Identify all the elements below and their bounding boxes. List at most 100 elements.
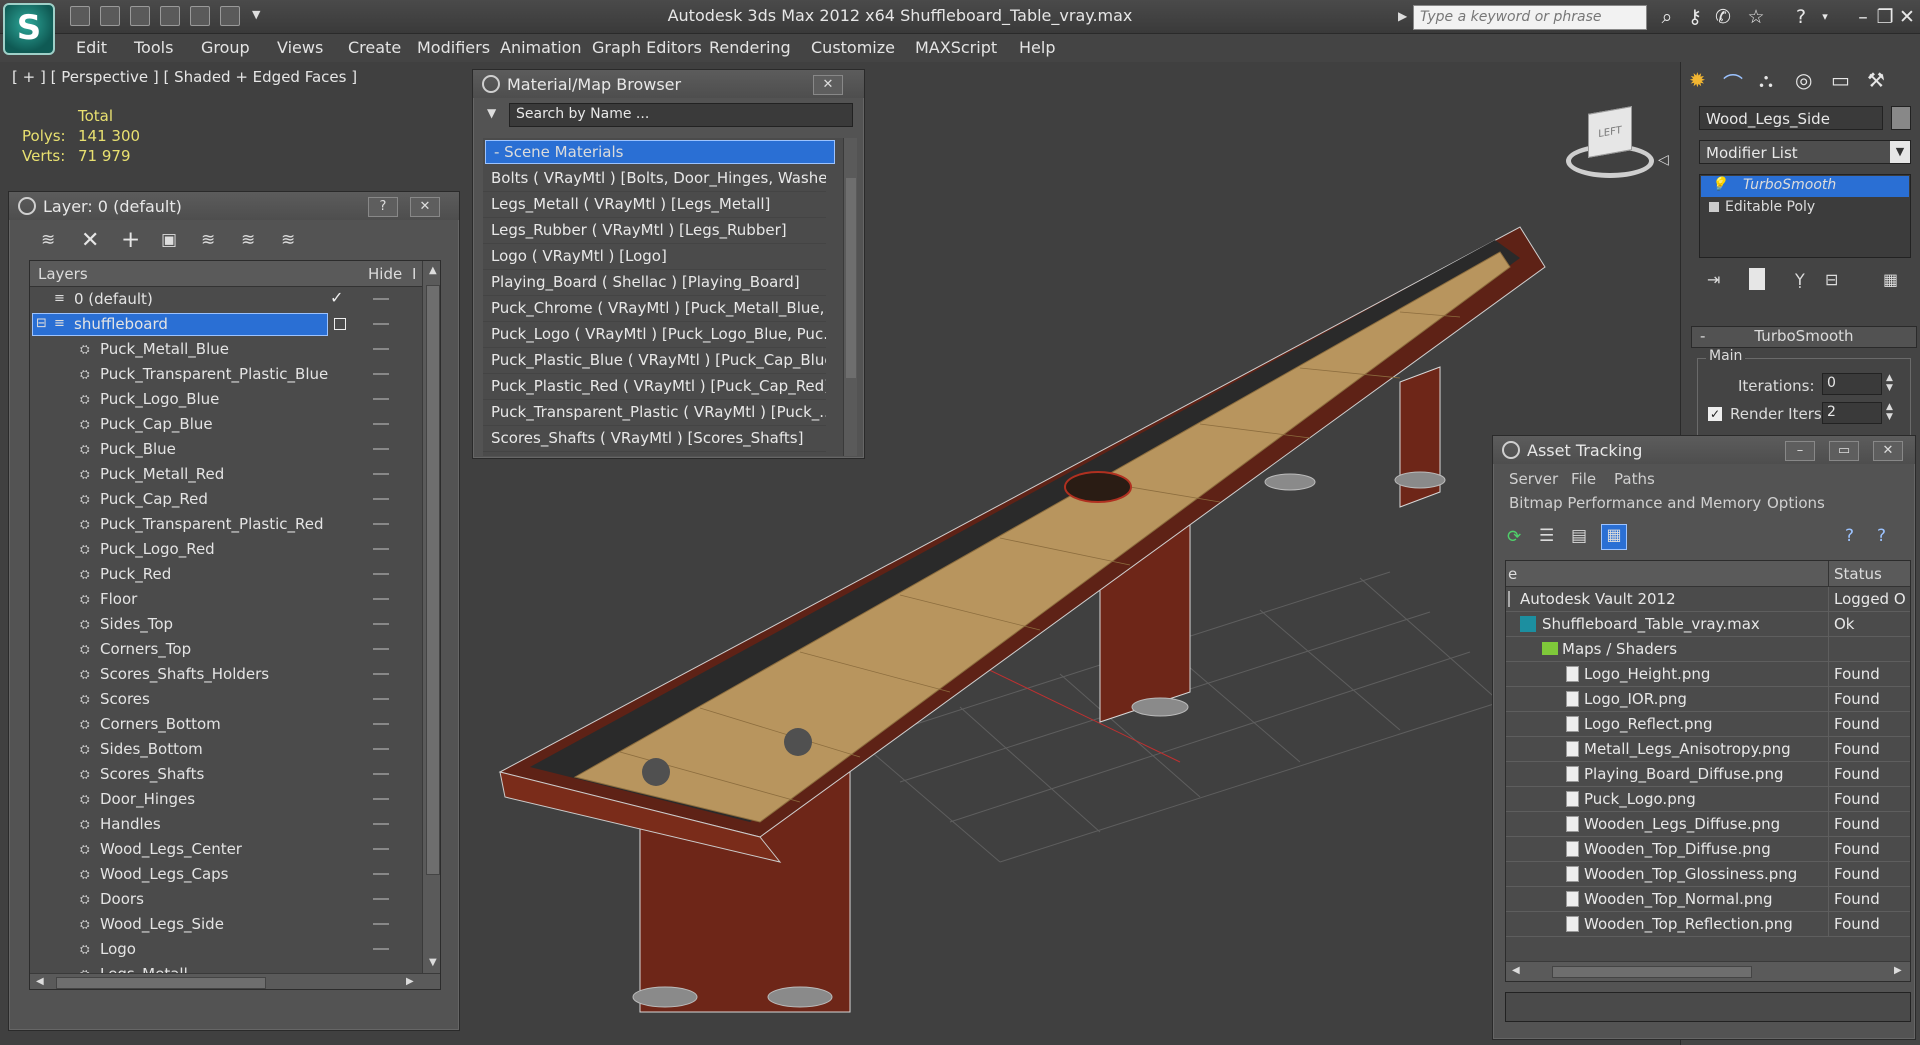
hide-toggle[interactable]: [373, 648, 389, 650]
configure-modifier-sets-icon[interactable]: ▦: [1883, 270, 1898, 289]
layer-object-row[interactable]: ⛭ Wood_Legs_Caps: [30, 862, 420, 887]
layer-object-row[interactable]: ⛭ Puck_Logo_Red: [30, 537, 420, 562]
material-browser-title[interactable]: Material/Map Browser: [473, 70, 864, 98]
hide-unhide-all-icon[interactable]: ≋: [281, 230, 295, 250]
asset-help-icon[interactable]: ?: [1845, 526, 1854, 546]
layer-object-row[interactable]: ⛭ Logo: [30, 937, 420, 962]
display-tab-icon[interactable]: ▭: [1831, 68, 1850, 92]
hide-toggle[interactable]: [373, 748, 389, 750]
layer-object-row[interactable]: ⛭ Puck_Transparent_Plastic_Blue: [30, 362, 420, 387]
layer-row-default[interactable]: ≡ 0 (default) ✓: [30, 287, 420, 312]
hide-toggle[interactable]: [373, 448, 389, 450]
hide-toggle[interactable]: [373, 773, 389, 775]
asset-row[interactable]: Playing_Board_Diffuse.png Found: [1506, 762, 1910, 787]
material-search-input[interactable]: Search by Name ...: [509, 103, 853, 127]
menu-edit[interactable]: Edit: [76, 38, 107, 57]
layer-object-row[interactable]: ⛭ Corners_Top: [30, 637, 420, 662]
layer-object-row[interactable]: ⛭ Puck_Red: [30, 562, 420, 587]
show-end-result-icon[interactable]: [1749, 268, 1765, 290]
asset-row[interactable]: Wooden_Top_Diffuse.png Found: [1506, 837, 1910, 862]
menu-create[interactable]: Create: [348, 38, 401, 57]
asset-row[interactable]: Logo_IOR.png Found: [1506, 687, 1910, 712]
collapse-minus-icon[interactable]: ⊟: [36, 316, 47, 331]
refresh-icon[interactable]: ⟳: [1507, 527, 1521, 547]
layer-object-row[interactable]: ⛭ Wood_Legs_Center: [30, 837, 420, 862]
menu-animation[interactable]: Animation: [500, 38, 582, 57]
material-item[interactable]: Puck_Chrome ( VRayMtl ) [Puck_Metall_Blu…: [483, 296, 826, 322]
layer-object-row[interactable]: ⛭ Puck_Logo_Blue: [30, 387, 420, 412]
restore-window-icon[interactable]: ❐: [1874, 6, 1896, 28]
thumbnail-view-icon[interactable]: ▤: [1571, 526, 1587, 546]
layer-help-button[interactable]: ?: [368, 197, 398, 217]
object-name-field[interactable]: Wood_Legs_Side: [1699, 106, 1883, 130]
material-item[interactable]: Puck_Transparent_Plastic ( VRayMtl ) [Pu…: [483, 400, 826, 426]
viewport-label[interactable]: [ + ] [ Perspective ] [ Shaded + Edged F…: [12, 68, 357, 86]
undo-icon[interactable]: [160, 6, 180, 26]
help-search-input[interactable]: Type a keyword or phrase: [1413, 5, 1647, 30]
object-color-swatch[interactable]: [1891, 106, 1911, 130]
viewcube-box[interactable]: LEFT: [1588, 106, 1632, 158]
new-scene-icon[interactable]: [130, 6, 150, 26]
material-scroll-thumb[interactable]: [846, 178, 856, 378]
material-item[interactable]: Scores_Shafts ( VRayMtl ) [Scores_Shafts…: [483, 426, 826, 452]
hide-toggle[interactable]: [373, 923, 389, 925]
material-item[interactable]: Legs_Rubber ( VRayMtl ) [Legs_Rubber]: [483, 218, 826, 244]
viewcube[interactable]: LEFT ◁: [1566, 106, 1669, 182]
hide-toggle[interactable]: [373, 848, 389, 850]
asset-row[interactable]: Wooden_Top_Normal.png Found: [1506, 887, 1910, 912]
app-menu-button[interactable]: S: [3, 3, 55, 55]
asset-row[interactable]: Wooden_Legs_Diffuse.png Found: [1506, 812, 1910, 837]
layer-row-shuffleboard[interactable]: ⊟ ≡ shuffleboard: [30, 312, 420, 337]
redo-icon[interactable]: [190, 6, 210, 26]
select-objects-icon[interactable]: ▣: [161, 230, 177, 250]
remove-modifier-icon[interactable]: ⊟: [1825, 270, 1838, 289]
material-item[interactable]: Bolts ( VRayMtl ) [Bolts, Door_Hinges, W…: [483, 166, 826, 192]
layer-vertical-scrollbar[interactable]: ▲ ▼: [422, 261, 440, 973]
material-item[interactable]: Puck_Logo ( VRayMtl ) [Puck_Logo_Blue, P…: [483, 322, 826, 348]
layer-object-row[interactable]: ⛭ Puck_Metall_Blue: [30, 337, 420, 362]
list-view-icon[interactable]: ☰: [1539, 526, 1554, 546]
hide-toggle[interactable]: [373, 673, 389, 675]
asset-scroll-right-icon[interactable]: ▶: [1894, 965, 1902, 976]
hide-toggle[interactable]: [373, 373, 389, 375]
hide-toggle[interactable]: [373, 598, 389, 600]
delete-layer-icon[interactable]: ✕: [81, 228, 99, 253]
col-extra[interactable]: I: [412, 265, 416, 283]
help-icon[interactable]: ?: [1790, 6, 1812, 28]
render-iters-checkbox[interactable]: ✓: [1708, 407, 1722, 421]
hide-toggle[interactable]: [373, 348, 389, 350]
layer-horizontal-scrollbar[interactable]: ◀ ▶: [30, 973, 440, 989]
hide-toggle[interactable]: [373, 473, 389, 475]
help-dropdown-icon[interactable]: ▾: [1814, 6, 1836, 28]
hide-toggle[interactable]: [373, 723, 389, 725]
hide-toggle[interactable]: [373, 573, 389, 575]
layer-object-row[interactable]: ⛭ Scores: [30, 687, 420, 712]
asset-menu-server[interactable]: Server: [1509, 470, 1558, 488]
col-status[interactable]: Status: [1834, 565, 1882, 583]
asset-row[interactable]: Maps / Shaders: [1506, 637, 1910, 662]
layer-object-row[interactable]: ⛭ Puck_Blue: [30, 437, 420, 462]
layer-object-row[interactable]: ⛭ Sides_Top: [30, 612, 420, 637]
asset-menu-file[interactable]: File: [1571, 470, 1596, 488]
asset-horizontal-scrollbar[interactable]: ◀ ▶: [1506, 961, 1910, 981]
layer-object-row[interactable]: ⛭ Corners_Bottom: [30, 712, 420, 737]
motion-tab-icon[interactable]: ◎: [1795, 68, 1812, 92]
layer-object-row[interactable]: ⛭ Doors: [30, 887, 420, 912]
menu-customize[interactable]: Customize: [811, 38, 895, 57]
add-to-layer-icon[interactable]: +: [121, 227, 140, 253]
layer-object-row[interactable]: ⛭ Handles: [30, 812, 420, 837]
asset-menu-paths[interactable]: Paths: [1614, 470, 1655, 488]
make-unique-icon[interactable]: Ỵ: [1795, 270, 1805, 289]
asset-menu-options[interactable]: Options: [1767, 494, 1825, 512]
scroll-down-arrow-icon[interactable]: ▼: [429, 957, 437, 968]
minimize-window-icon[interactable]: –: [1852, 6, 1874, 28]
layer-object-row[interactable]: ⛭ Scores_Shafts_Holders: [30, 662, 420, 687]
scroll-right-arrow-icon[interactable]: ▶: [406, 976, 414, 987]
hide-toggle[interactable]: [373, 698, 389, 700]
create-tab-icon[interactable]: ✹: [1689, 68, 1706, 92]
open-file-icon[interactable]: [70, 6, 90, 26]
modifier-list-dropdown[interactable]: Modifier List ▼: [1699, 140, 1911, 164]
binoculars-icon[interactable]: ⌕: [1656, 6, 1678, 28]
browser-options-dropdown-icon[interactable]: ▼: [487, 106, 496, 120]
render-iters-spinner-arrows-icon[interactable]: ▲ ▼: [1886, 402, 1893, 422]
